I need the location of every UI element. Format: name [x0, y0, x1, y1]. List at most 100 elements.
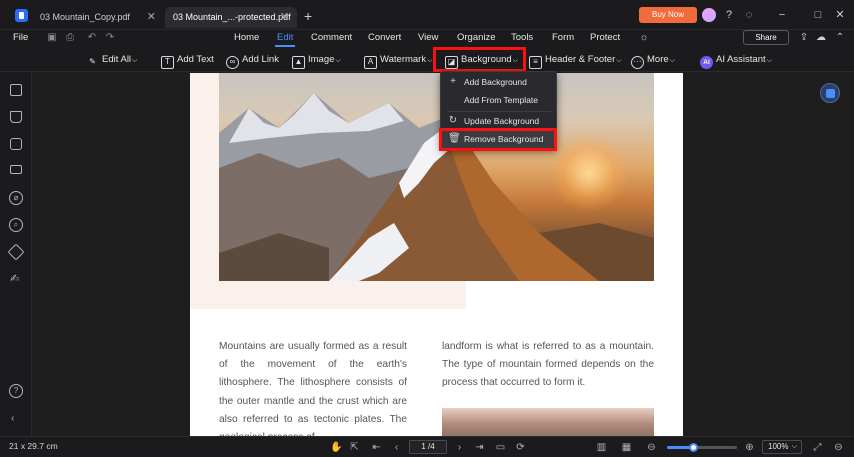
page-layout-icon[interactable]: ▥	[595, 441, 608, 454]
thumbnails-icon[interactable]	[10, 165, 22, 174]
fit-page-icon[interactable]: ▭	[494, 441, 507, 454]
mountain-illustration	[219, 93, 654, 281]
view-mode-icon[interactable]: ▦	[620, 441, 633, 454]
menu-protect[interactable]: Protect	[590, 32, 620, 43]
hand-tool-icon[interactable]: ✋	[330, 441, 343, 454]
chevron-down-icon: ⌵	[791, 443, 797, 450]
add-link-button[interactable]: ∞ Add Link	[226, 51, 279, 69]
tab-label: 03 Mountain_Copy.pdf	[40, 12, 130, 22]
zoom-select[interactable]: 100% ⌵	[762, 440, 802, 454]
image-button[interactable]: ▲ Image⌵	[292, 51, 341, 69]
bookmark-icon[interactable]	[10, 111, 22, 123]
pdf-page[interactable]: Mountains are usually formed as a result…	[190, 73, 683, 436]
help-icon[interactable]: ?	[721, 7, 737, 23]
tab-close-icon[interactable]: ✕	[147, 7, 156, 28]
tab-mountain-protected[interactable]: 03 Mountain_...-protected.pdf ✕	[165, 7, 297, 28]
menu-edit[interactable]: Edit	[274, 32, 296, 47]
menu-convert[interactable]: Convert	[368, 32, 401, 43]
collapse-sidebar-icon[interactable]: ‹	[11, 413, 14, 424]
avatar[interactable]	[702, 8, 716, 22]
last-page-icon[interactable]: ⇥	[473, 441, 486, 454]
status-bar: 21 x 29.7 cm ✋ ⇱ ⇤ ‹ 1 /4 › ⇥ ▭ ⟳ ▥ ▦ ⊖ …	[0, 436, 854, 457]
undo-icon[interactable]: ↶	[85, 31, 99, 45]
left-sidebar: ⌀ ⌕ ✍ ? ‹	[0, 73, 32, 436]
menu-comment[interactable]: Comment	[311, 32, 352, 43]
close-icon[interactable]: ✕	[832, 7, 848, 23]
menu-file[interactable]: File	[13, 32, 28, 43]
chevron-down-icon: ⌵	[669, 57, 675, 64]
redo-icon[interactable]: ↷	[103, 31, 117, 45]
comment-icon[interactable]	[10, 138, 22, 150]
first-page-icon[interactable]: ⇤	[370, 441, 383, 454]
template-icon	[448, 95, 458, 105]
help-circle-icon[interactable]: ?	[9, 384, 23, 398]
tab-close-icon[interactable]: ✕	[280, 7, 289, 28]
tab-label: 03 Mountain_...-protected.pdf	[173, 12, 291, 22]
add-text-button[interactable]: T Add Text	[161, 51, 214, 69]
chevron-down-icon: ⌵	[132, 57, 138, 64]
upload-icon[interactable]: ⇪	[797, 31, 811, 45]
chevron-down-icon: ⌵	[616, 57, 622, 64]
ai-icon: AI	[700, 56, 713, 69]
chevron-down-icon: ⌵	[427, 57, 433, 64]
tab-mountain-copy[interactable]: 03 Mountain_Copy.pdf ✕	[32, 7, 164, 28]
menu-form[interactable]: Form	[552, 32, 574, 43]
share-button[interactable]: Share	[743, 30, 789, 45]
menu-tools[interactable]: Tools	[511, 32, 533, 43]
body-text-left[interactable]: Mountains are usually formed as a result…	[219, 338, 407, 436]
zoom-slider-thumb[interactable]	[688, 443, 698, 452]
menu-bar: File ▣ ⎙ ↶ ↷ Home Edit Comment Convert V…	[0, 30, 854, 47]
notification-icon[interactable]: ◌	[741, 7, 757, 23]
floating-assistant-button[interactable]	[820, 83, 840, 103]
minimize-icon[interactable]: −	[774, 7, 790, 23]
watermark-icon: A	[364, 56, 377, 69]
menu-organize[interactable]: Organize	[457, 32, 496, 43]
link-icon: ∞	[226, 56, 239, 69]
mountain-photo[interactable]	[219, 73, 654, 281]
zoom-reset-icon[interactable]: ⊖	[832, 441, 845, 454]
remove-background-highlight	[439, 128, 557, 151]
menu-item-add-from-template[interactable]: Add From Template	[441, 91, 556, 109]
select-tool-icon[interactable]: ⇱	[348, 441, 361, 454]
page-number-input[interactable]: 1 /4	[409, 440, 447, 454]
zoom-in-icon[interactable]: ⊕	[743, 441, 756, 454]
buy-now-button[interactable]: Buy Now	[639, 7, 697, 23]
secondary-photo[interactable]	[442, 408, 654, 436]
menu-item-label: Update Background	[464, 116, 540, 126]
menu-view[interactable]: View	[418, 32, 438, 43]
menu-home[interactable]: Home	[234, 32, 259, 43]
more-button[interactable]: ··· More⌵	[631, 51, 675, 69]
header-footer-button[interactable]: ≡ Header & Footer⌵	[529, 51, 622, 69]
signature-icon[interactable]: ✍	[10, 273, 22, 285]
menu-item-add-background[interactable]: + Add Background	[441, 73, 556, 91]
collapse-icon[interactable]: ⌃	[833, 31, 847, 45]
maximize-icon[interactable]: □	[810, 7, 826, 23]
body-text-right[interactable]: landform is what is referred to as a mou…	[442, 338, 654, 393]
next-page-icon[interactable]: ›	[453, 441, 466, 454]
more-label: More	[647, 54, 669, 65]
previous-page-icon[interactable]: ‹	[390, 441, 403, 454]
pages-icon[interactable]	[10, 84, 22, 96]
save-icon[interactable]: ▣	[45, 31, 59, 45]
cloud-icon[interactable]: ☁	[814, 31, 828, 45]
print-icon[interactable]: ⎙	[63, 31, 77, 45]
ai-assistant-button[interactable]: AI AI Assistant⌵	[700, 51, 772, 69]
watermark-button[interactable]: A Watermark⌵	[364, 51, 433, 69]
layers-icon[interactable]	[7, 243, 25, 261]
chevron-down-icon: ⌵	[766, 57, 772, 64]
attachment-icon[interactable]: ⌀	[9, 191, 23, 205]
zoom-out-icon[interactable]: ⊖	[645, 441, 658, 454]
watermark-label: Watermark	[380, 54, 427, 65]
header-footer-label: Header & Footer	[545, 54, 616, 65]
refresh-icon: ↻	[448, 115, 458, 126]
new-tab-button[interactable]: +	[304, 7, 312, 25]
zoom-value: 100%	[768, 442, 789, 451]
zoom-slider[interactable]	[667, 443, 737, 452]
rotate-icon[interactable]: ⟳	[514, 441, 527, 454]
lightbulb-icon[interactable]: ☼	[637, 31, 651, 45]
fullscreen-icon[interactable]: ⤢	[811, 441, 824, 454]
ai-assistant-label: AI Assistant	[716, 54, 766, 65]
edit-all-button[interactable]: ✎ Edit All⌵	[86, 51, 137, 68]
plus-icon: +	[450, 76, 456, 87]
search-icon[interactable]: ⌕	[9, 218, 23, 232]
